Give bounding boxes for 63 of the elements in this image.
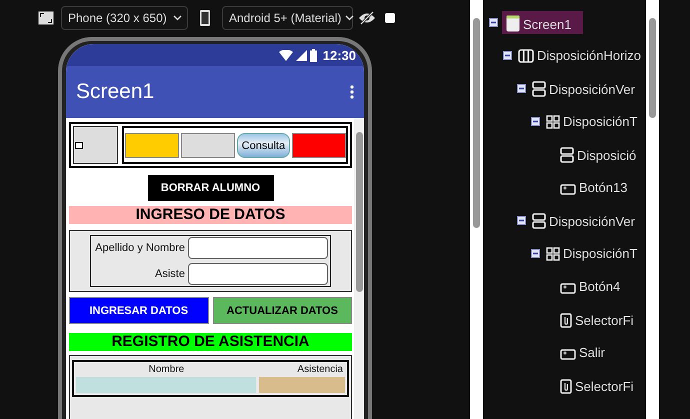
columns-icon bbox=[518, 49, 534, 63]
wifi-icon bbox=[278, 50, 293, 60]
grid-icon bbox=[546, 247, 560, 261]
screen-icon bbox=[506, 15, 520, 32]
collapse-icon[interactable] bbox=[531, 117, 540, 126]
file-clip-icon bbox=[560, 312, 572, 328]
overflow-menu-icon[interactable] bbox=[350, 85, 354, 99]
status-time: 12:30 bbox=[322, 48, 356, 62]
collapse-icon[interactable] bbox=[503, 51, 512, 60]
tree-item[interactable]: DisposiciónHorizo bbox=[516, 47, 644, 64]
input-field[interactable] bbox=[188, 263, 328, 285]
eye-slash-icon[interactable] bbox=[358, 11, 376, 25]
tree-item[interactable]: SelectorFi bbox=[558, 310, 636, 328]
scrollbar[interactable] bbox=[354, 118, 364, 419]
column-header: Asistencia bbox=[296, 364, 344, 375]
checkbox[interactable] bbox=[385, 13, 395, 23]
tree-item[interactable]: DisposiciónVer bbox=[530, 79, 637, 98]
grid-icon bbox=[546, 115, 560, 129]
button-icon bbox=[560, 349, 576, 360]
collapse-icon[interactable] bbox=[531, 249, 540, 258]
action-button[interactable]: ACTUALIZAR DATOS bbox=[212, 297, 352, 324]
tree-item[interactable]: DisposiciónVer bbox=[530, 211, 637, 230]
tree-item[interactable]: DisposiciónT bbox=[544, 113, 640, 130]
color-block[interactable] bbox=[180, 133, 234, 158]
checkbox[interactable] bbox=[75, 142, 83, 148]
resize-icon[interactable] bbox=[38, 11, 54, 25]
rows-icon bbox=[532, 213, 546, 229]
rows-icon bbox=[532, 81, 546, 97]
file-clip-icon bbox=[560, 378, 572, 394]
field-label: Asiste bbox=[155, 268, 185, 280]
tree-item[interactable]: Salir bbox=[558, 344, 608, 361]
tree-item[interactable]: Botón13 bbox=[558, 179, 630, 196]
field-label: Apellido y Nombre bbox=[95, 242, 185, 254]
scrollbar[interactable] bbox=[646, 0, 659, 419]
battery-icon bbox=[310, 48, 317, 62]
collapse-icon[interactable] bbox=[489, 18, 498, 27]
scrollbar[interactable] bbox=[470, 0, 483, 419]
action-button[interactable]: INGRESAR DATOS bbox=[69, 297, 208, 324]
phone-icon[interactable] bbox=[199, 9, 211, 27]
device-select[interactable]: Phone (320 x 650) bbox=[61, 6, 188, 30]
tree-item[interactable]: Screen1 bbox=[502, 11, 584, 34]
rows-icon bbox=[560, 147, 574, 163]
consulta-image-button[interactable]: Consulta bbox=[236, 133, 290, 158]
tree-item[interactable]: Botón4 bbox=[558, 278, 622, 295]
delete-button[interactable]: BORRAR ALUMNO bbox=[148, 175, 274, 201]
caret-icon bbox=[173, 15, 182, 21]
column-header: Nombre bbox=[148, 364, 186, 375]
collapse-icon[interactable] bbox=[517, 216, 526, 225]
button-icon bbox=[560, 184, 576, 195]
section-heading: REGISTRO DE ASISTENCIA bbox=[69, 333, 352, 351]
section-heading: INGRESO DE DATOS bbox=[69, 206, 352, 224]
theme-select[interactable]: Android 5+ (Material) bbox=[222, 6, 353, 30]
app-title: Screen1 bbox=[76, 80, 154, 104]
tree-item[interactable]: DisposiciónT bbox=[544, 245, 640, 262]
color-block[interactable] bbox=[292, 133, 346, 158]
caret-icon bbox=[345, 15, 354, 21]
collapse-icon[interactable] bbox=[517, 84, 526, 93]
tree-item[interactable]: SelectorFi bbox=[558, 376, 636, 394]
button-icon bbox=[560, 283, 576, 294]
signal-icon bbox=[296, 50, 307, 60]
input-field[interactable] bbox=[188, 237, 328, 259]
tree-item[interactable]: Disposició bbox=[558, 145, 638, 164]
color-block[interactable] bbox=[125, 133, 179, 158]
